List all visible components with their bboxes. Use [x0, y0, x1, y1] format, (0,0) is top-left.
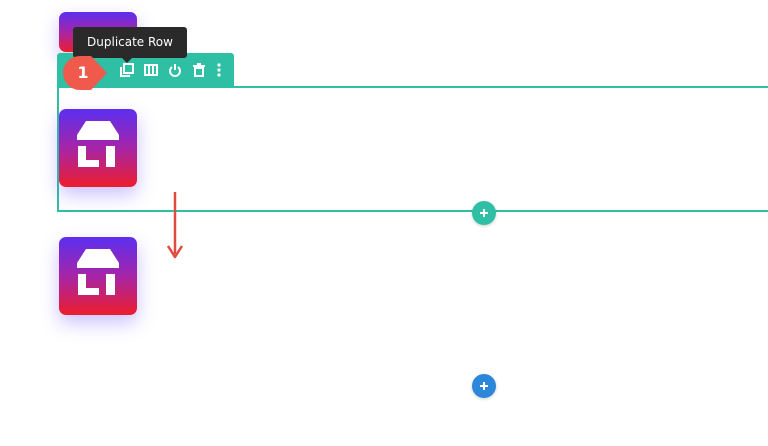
add-row-button[interactable] [472, 201, 496, 225]
step-number: 1 [77, 63, 89, 82]
store-icon [77, 121, 119, 167]
store-icon [77, 249, 119, 295]
power-icon [169, 64, 181, 77]
more-vertical-icon [217, 63, 221, 77]
column-layout-button[interactable] [141, 58, 161, 82]
plus-icon [480, 209, 488, 217]
tooltip-pointer [122, 58, 132, 63]
add-section-button[interactable] [472, 374, 496, 398]
step-badge: 1 [63, 56, 113, 90]
disable-row-button[interactable] [165, 58, 185, 82]
delete-row-button[interactable] [189, 58, 209, 82]
trash-icon [193, 63, 205, 77]
store-icon-tile-duplicate [59, 237, 137, 315]
tooltip: Duplicate Row [73, 27, 187, 58]
arrow-down-icon [166, 192, 184, 259]
store-icon-tile [59, 109, 137, 187]
tooltip-label: Duplicate Row [87, 35, 173, 49]
plus-icon [480, 382, 488, 390]
row-outline [57, 86, 768, 212]
more-options-button[interactable] [209, 58, 229, 82]
columns-icon [144, 64, 158, 76]
duplicate-icon [120, 63, 134, 77]
